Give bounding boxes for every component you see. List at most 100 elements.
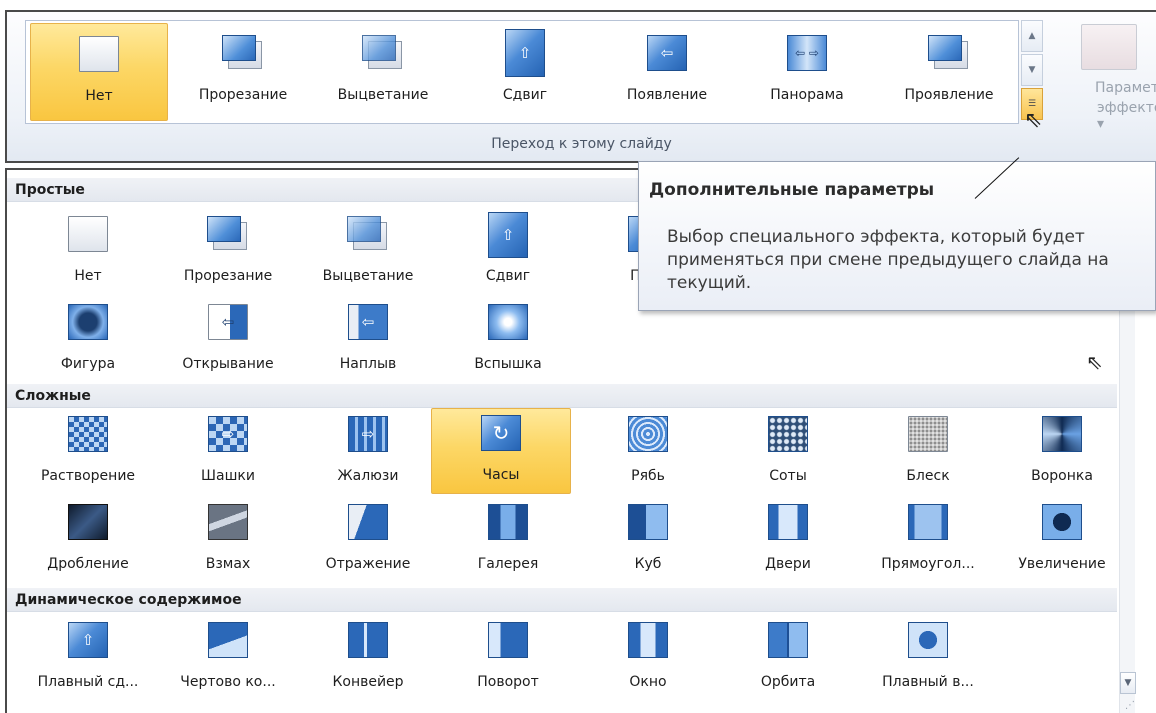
clock-transition-icon: ↻ <box>481 415 521 451</box>
vortex-transition-icon <box>1042 416 1082 452</box>
gallery-item-label: Открывание <box>182 356 274 372</box>
gallery-item-label: Воронка <box>1031 468 1093 484</box>
gallery-item-label: Плавный в... <box>882 674 974 690</box>
gallery-item-ferris-wheel[interactable]: Чертово ко... <box>159 616 297 704</box>
gallery-item-pan[interactable]: ⇧ Плавный сд... <box>19 616 157 704</box>
gallery-item-flash[interactable]: Вспышка <box>439 298 577 386</box>
section-header-exciting: Сложные <box>7 384 1117 408</box>
gallery-item-cut[interactable]: Прорезание <box>159 210 297 298</box>
gallery-item-flip[interactable]: Отражение <box>299 498 437 586</box>
gallery-item-glitter[interactable]: Блеск <box>859 410 997 498</box>
gallery-item-label: Куб <box>634 556 662 572</box>
gallery-item-doors[interactable]: Двери <box>719 498 857 586</box>
gallery-item-label: Галерея <box>477 556 539 572</box>
ribbon-transition-wipe[interactable]: ⇦ Появление <box>598 23 736 121</box>
ribbon-transition-split[interactable]: ⇦ ⇨ Панорама <box>738 23 876 121</box>
fade-transition-icon <box>362 35 404 73</box>
gallery-item-label: Поворот <box>477 674 539 690</box>
window-transition-icon <box>628 622 668 658</box>
gallery-item-push[interactable]: ⇧ Сдвиг <box>439 210 577 298</box>
gallery-item-dissolve[interactable]: Растворение <box>19 410 157 498</box>
reveal-transition-icon <box>928 35 970 73</box>
gallery-item-rotate[interactable]: Поворот <box>439 616 577 704</box>
gallery-scroll-down-button[interactable]: ▼ <box>1021 54 1043 86</box>
wipe-transition-icon: ⇦ <box>647 35 687 71</box>
gallery-item-gallery[interactable]: Галерея <box>439 498 577 586</box>
gallery-scrollbar-down-button[interactable]: ▼ <box>1120 672 1136 694</box>
gallery-item-checkerboard[interactable]: ⇨ Шашки <box>159 410 297 498</box>
ribbon-transition-fade[interactable]: Выцветание <box>314 23 452 121</box>
pan-transition-icon: ⇧ <box>68 622 108 658</box>
shape-transition-icon <box>68 304 108 340</box>
none-transition-icon <box>79 36 119 72</box>
zoom-transition-icon <box>1042 504 1082 540</box>
gallery-transition-icon <box>488 504 528 540</box>
ferris-wheel-transition-icon <box>208 622 248 658</box>
gallery-item-switch[interactable]: Взмах <box>159 498 297 586</box>
gallery-item-orbit[interactable]: Орбита <box>719 616 857 704</box>
ribbon-transition-label: Выцветание <box>337 87 429 103</box>
gallery-item-label: Чертово ко... <box>180 674 276 690</box>
ripple-transition-icon <box>628 416 668 452</box>
gallery-item-label: Сдвиг <box>485 268 531 284</box>
uncover-transition-icon: ⇦ <box>208 304 248 340</box>
gallery-item-fly-through[interactable]: Плавный в... <box>859 616 997 704</box>
gallery-item-zoom[interactable]: Увеличение <box>993 498 1131 586</box>
gallery-item-label: Рябь <box>631 468 665 484</box>
doors-transition-icon <box>768 504 808 540</box>
gallery-item-cube[interactable]: Куб <box>579 498 717 586</box>
gallery-item-label: Соты <box>769 468 807 484</box>
gallery-item-label: Двери <box>765 556 811 572</box>
gallery-item-shape[interactable]: Фигура <box>19 298 157 386</box>
box-transition-icon <box>908 504 948 540</box>
gallery-item-ripple[interactable]: Рябь <box>579 410 717 498</box>
push-transition-icon: ⇧ <box>488 212 528 258</box>
gallery-item-label: Растворение <box>40 468 136 484</box>
ribbon-transition-cut[interactable]: Прорезание <box>174 23 312 121</box>
gallery-item-label: Жалюзи <box>337 468 399 484</box>
transitions-ribbon-group: Нет Прорезание Выцветание ⇧ Сдвиг ⇦ Появ… <box>5 10 1156 163</box>
more-options-tooltip: Дополнительные параметры Выбор специальн… <box>638 161 1156 311</box>
gallery-item-label: Блеск <box>906 468 950 484</box>
gallery-item-blinds[interactable]: ⇨ Жалюзи <box>299 410 437 498</box>
gallery-item-label: Отражение <box>325 556 411 572</box>
checkerboard-transition-icon: ⇨ <box>208 416 248 452</box>
gallery-item-none[interactable]: Нет <box>19 210 157 298</box>
ribbon-transition-label: Сдвиг <box>502 87 548 103</box>
blinds-transition-icon: ⇨ <box>348 416 388 452</box>
gallery-item-window[interactable]: Окно <box>579 616 717 704</box>
push-transition-icon: ⇧ <box>505 29 545 77</box>
rotate-transition-icon <box>488 622 528 658</box>
effect-options-button[interactable]: Параметры эффектов ▾ <box>1051 24 1156 134</box>
gallery-item-label: Прямоугол... <box>881 556 975 572</box>
transition-gallery-inline: Нет Прорезание Выцветание ⇧ Сдвиг ⇦ Появ… <box>25 20 1019 124</box>
cube-transition-icon <box>628 504 668 540</box>
ribbon-transition-label: Появление <box>626 87 708 103</box>
gallery-item-cover[interactable]: ⇦ Наплыв <box>299 298 437 386</box>
gallery-item-label: Фигура <box>60 356 116 372</box>
conveyor-transition-icon <box>348 622 388 658</box>
gallery-item-uncover[interactable]: ⇦ Открывание <box>159 298 297 386</box>
flash-transition-icon <box>488 304 528 340</box>
gallery-item-box[interactable]: Прямоугол... <box>859 498 997 586</box>
honeycomb-transition-icon <box>768 416 808 452</box>
gallery-item-fade[interactable]: Выцветание <box>299 210 437 298</box>
ribbon-transition-push[interactable]: ⇧ Сдвиг <box>456 23 594 121</box>
ribbon-transition-none[interactable]: Нет <box>30 23 168 121</box>
none-transition-icon <box>68 216 108 252</box>
gallery-item-vortex[interactable]: Воронка <box>993 410 1131 498</box>
gallery-scroll-up-button[interactable]: ▲ <box>1021 20 1043 52</box>
cut-transition-icon <box>222 35 264 73</box>
gallery-item-label: Нет <box>74 268 102 284</box>
fade-transition-icon <box>347 216 389 254</box>
ribbon-transition-label: Панорама <box>770 87 844 103</box>
dissolve-transition-icon <box>68 416 108 452</box>
gallery-item-shred[interactable]: Дробление <box>19 498 157 586</box>
resize-grip-icon[interactable]: ⋰ <box>1125 700 1135 711</box>
gallery-item-honeycomb[interactable]: Соты <box>719 410 857 498</box>
gallery-item-clock[interactable]: ↻ Часы <box>431 408 571 494</box>
gallery-item-conveyor[interactable]: Конвейер <box>299 616 437 704</box>
section-header-dynamic: Динамическое содержимое <box>7 588 1117 612</box>
ribbon-transition-reveal[interactable]: Проявление <box>880 23 1018 121</box>
shred-transition-icon <box>68 504 108 540</box>
